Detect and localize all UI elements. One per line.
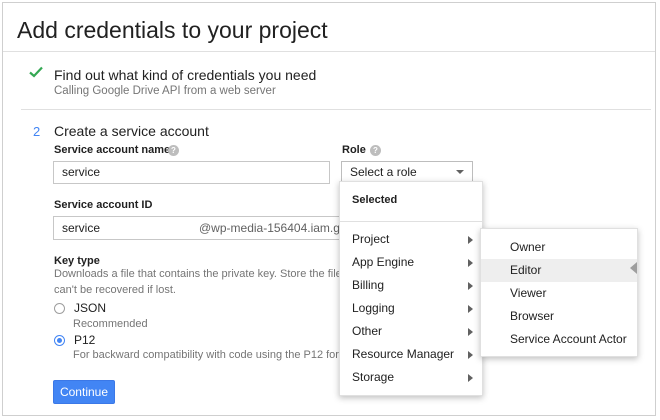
step1-title: Find out what kind of credentials you ne… bbox=[54, 67, 317, 83]
menu-item-label: Billing bbox=[352, 278, 385, 292]
title-divider bbox=[3, 51, 655, 52]
submenu-item-owner[interactable]: Owner bbox=[481, 236, 637, 259]
pointer-icon bbox=[630, 262, 637, 274]
menu-item-label: Logging bbox=[352, 301, 395, 315]
page-title: Add credentials to your project bbox=[17, 17, 328, 43]
step-divider bbox=[21, 109, 651, 110]
role-label: Role bbox=[342, 144, 366, 156]
chevron-right-icon bbox=[468, 374, 473, 382]
p12-radio[interactable] bbox=[54, 335, 65, 346]
check-icon bbox=[29, 66, 43, 78]
menu-header: Selected bbox=[352, 194, 398, 206]
chevron-right-icon bbox=[468, 351, 473, 359]
chevron-down-icon bbox=[456, 170, 464, 174]
menu-item-other[interactable]: Other bbox=[340, 320, 482, 343]
key-type-description: Downloads a file that contains the priva… bbox=[54, 268, 357, 280]
submenu-item-label: Owner bbox=[510, 240, 546, 254]
menu-item-label: Resource Manager bbox=[352, 347, 455, 361]
submenu-item-label: Service Account Actor bbox=[510, 332, 627, 346]
service-account-id-label: Service account ID bbox=[54, 199, 153, 211]
submenu-item-label: Editor bbox=[510, 263, 542, 277]
project-roles-submenu: Owner Editor Viewer Browser Service Acco… bbox=[480, 228, 638, 357]
chevron-right-icon bbox=[468, 259, 473, 267]
continue-button[interactable]: Continue bbox=[53, 380, 115, 404]
role-dropdown-menu: Selected Project App Engine Billing Logg… bbox=[339, 181, 483, 396]
submenu-item-service-account-actor[interactable]: Service Account Actor bbox=[481, 328, 637, 351]
submenu-item-browser[interactable]: Browser bbox=[481, 305, 637, 328]
step1-subtitle: Calling Google Drive API from a web serv… bbox=[54, 85, 276, 97]
chevron-right-icon bbox=[468, 282, 473, 290]
json-description: Recommended bbox=[73, 318, 148, 330]
menu-item-resource-manager[interactable]: Resource Manager bbox=[340, 343, 482, 366]
menu-item-label: App Engine bbox=[352, 255, 415, 269]
menu-item-label: Storage bbox=[352, 370, 395, 384]
menu-item-app-engine[interactable]: App Engine bbox=[340, 251, 482, 274]
submenu-item-label: Browser bbox=[510, 309, 555, 323]
help-icon[interactable]: ? bbox=[168, 145, 179, 156]
json-radio[interactable] bbox=[54, 303, 65, 314]
role-select-value: Select a role bbox=[350, 165, 417, 179]
menu-item-logging[interactable]: Logging bbox=[340, 297, 482, 320]
service-account-name-label: Service account name bbox=[54, 144, 171, 156]
submenu-item-editor[interactable]: Editor bbox=[481, 259, 637, 282]
menu-divider bbox=[340, 221, 482, 222]
menu-item-label: Other bbox=[352, 324, 383, 338]
json-radio-label[interactable]: JSON bbox=[74, 301, 106, 315]
submenu-item-label: Viewer bbox=[510, 286, 547, 300]
chevron-right-icon bbox=[468, 236, 473, 244]
service-account-name-input[interactable]: service bbox=[53, 161, 330, 184]
service-account-id-suffix: @wp-media-156404.iam.gs bbox=[199, 221, 346, 235]
key-type-description-2: can't be recovered if lost. bbox=[54, 284, 176, 296]
menu-item-project[interactable]: Project bbox=[340, 228, 482, 251]
step-number: 2 bbox=[33, 124, 41, 139]
chevron-right-icon bbox=[468, 328, 473, 336]
menu-item-billing[interactable]: Billing bbox=[340, 274, 482, 297]
submenu-item-viewer[interactable]: Viewer bbox=[481, 282, 637, 305]
menu-item-storage[interactable]: Storage bbox=[340, 366, 482, 389]
help-icon[interactable]: ? bbox=[370, 145, 381, 156]
menu-item-label: Project bbox=[352, 232, 390, 246]
p12-description: For backward compatibility with code usi… bbox=[73, 349, 355, 361]
key-type-label: Key type bbox=[54, 255, 100, 267]
chevron-right-icon bbox=[468, 305, 473, 313]
p12-radio-label[interactable]: P12 bbox=[74, 333, 95, 347]
step2-title: Create a service account bbox=[54, 123, 209, 139]
